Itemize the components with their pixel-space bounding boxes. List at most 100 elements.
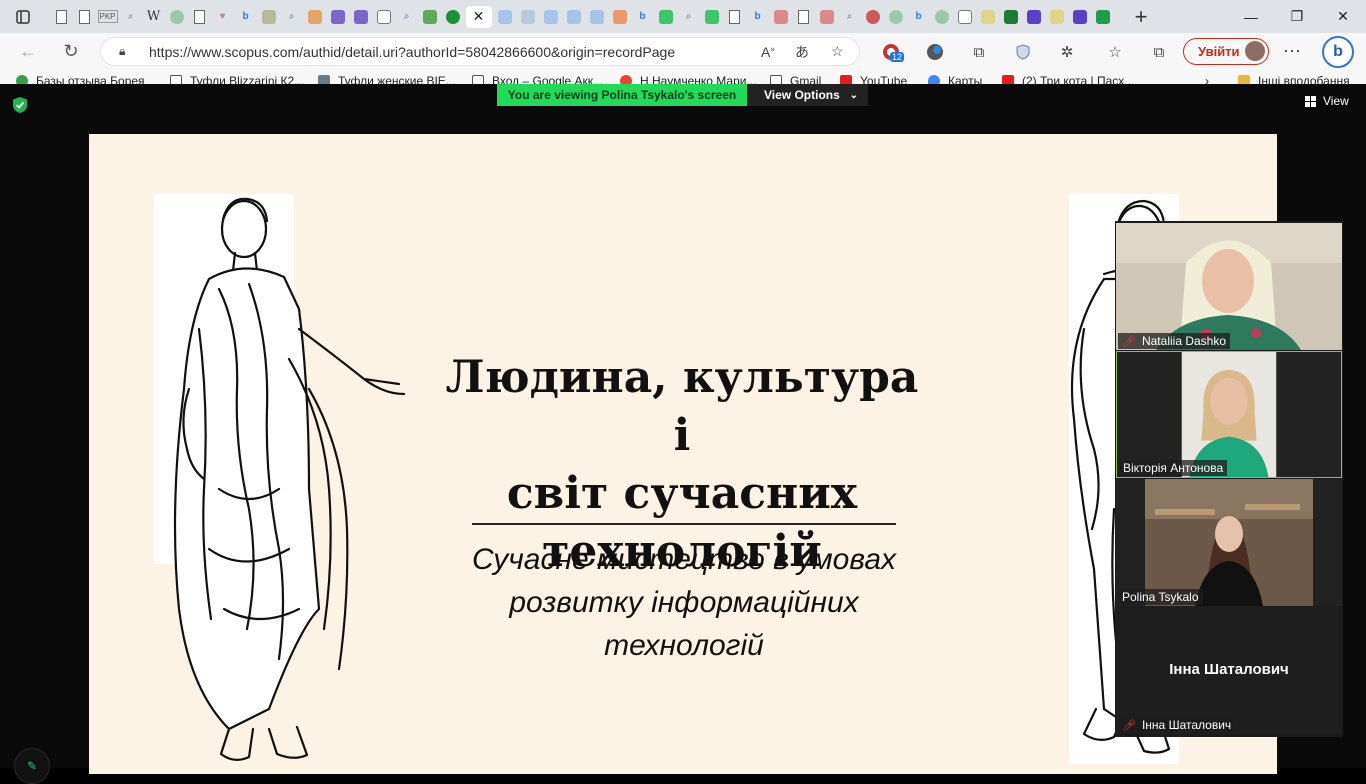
globe-icon — [16, 75, 28, 84]
tab-site-icon[interactable] — [817, 6, 837, 28]
tab-search-icon[interactable]: ⌕ — [397, 6, 417, 28]
view-button[interactable]: View — [1305, 94, 1349, 108]
bookmark-folder[interactable]: Інші вподобання — [1238, 74, 1350, 84]
tab-site-icon[interactable] — [420, 6, 440, 28]
view-options-button[interactable]: View Options ⌄ — [748, 84, 868, 106]
tab-site-icon[interactable] — [495, 6, 515, 28]
tab-site-icon[interactable] — [305, 6, 325, 28]
participant-name-tag: Вікторія Антонова — [1119, 460, 1228, 476]
tab-site-icon[interactable] — [443, 6, 463, 28]
extension-copy-icon[interactable]: ⧉ — [968, 41, 990, 63]
tab-search-icon[interactable]: ⌕ — [679, 6, 699, 28]
bookmark-item[interactable]: (2) Три кота | Пасх... — [1002, 74, 1134, 84]
tab-search-icon[interactable]: ⌕ — [121, 6, 141, 28]
slide-subtitle-line: технологій — [604, 629, 764, 662]
window-controls: — ❐ ✕ — [1228, 0, 1366, 33]
slide-title-line: світ сучасних — [506, 468, 858, 519]
add-favorite-icon[interactable]: ☆ — [831, 43, 844, 60]
tab-site-icon[interactable] — [955, 6, 975, 28]
tab-heart-icon[interactable]: ♥ — [213, 6, 233, 28]
tab-list-icon[interactable] — [328, 6, 348, 28]
bookmark-item[interactable]: Вход – Google Акк... — [472, 74, 603, 84]
shared-slide: Людина, культура і світ сучасних техноло… — [89, 134, 1277, 774]
page-icon — [170, 75, 182, 84]
tab-site-icon[interactable] — [587, 6, 607, 28]
tab-page-icon[interactable] — [794, 6, 814, 28]
bookmark-item[interactable]: Н Наумченко Мари... — [620, 74, 756, 84]
bookmark-item[interactable]: Базы отзыва Борея — [16, 74, 145, 84]
tab-bing-icon[interactable]: b — [909, 6, 929, 28]
tab-site-icon[interactable] — [610, 6, 630, 28]
sign-in-button[interactable]: Увійти — [1183, 38, 1269, 65]
tab-site-icon[interactable] — [1047, 6, 1067, 28]
bookmarks-bar: Базы отзыва Борея Туфли Blizzarini К2...… — [0, 70, 1366, 84]
tab-bing-icon[interactable]: b — [236, 6, 256, 28]
url-text[interactable]: https://www.scopus.com/authid/detail.uri… — [149, 44, 675, 60]
tab-search-icon[interactable]: ⌕ — [282, 6, 302, 28]
tab-search-icon[interactable]: ⌕ — [840, 6, 860, 28]
tab-site-icon[interactable] — [1001, 6, 1021, 28]
tab-page-icon[interactable] — [52, 6, 72, 28]
refresh-icon[interactable]: ↻ — [53, 36, 89, 66]
tab-site-icon[interactable] — [886, 6, 906, 28]
tab-site-icon[interactable] — [259, 6, 279, 28]
tab-page-icon[interactable] — [190, 6, 210, 28]
bookmark-item[interactable]: YouTube — [840, 74, 907, 84]
tab-site-icon[interactable] — [564, 6, 584, 28]
participant-name: Інна Шаталович — [1141, 718, 1232, 732]
bing-chat-icon[interactable]: b — [1322, 36, 1354, 68]
tab-wikipedia-icon[interactable]: W — [144, 6, 164, 28]
bookmark-item[interactable]: Туфли женские BIE... — [318, 74, 456, 84]
extension-shield-icon[interactable] — [1012, 41, 1034, 63]
participant-gallery: 🎤︎ Nataliia Dashko Вікторія Антонова Pol… — [1115, 221, 1343, 737]
minimize-icon[interactable]: — — [1228, 0, 1274, 33]
tab-bing-icon[interactable]: b — [633, 6, 653, 28]
back-arrow-icon[interactable]: ← — [10, 36, 46, 66]
tab-list-icon[interactable] — [351, 6, 371, 28]
tab-site-icon[interactable] — [863, 6, 883, 28]
tab-site-icon[interactable] — [771, 6, 791, 28]
collections-icon[interactable]: ⧉ — [1148, 41, 1170, 63]
tab-bing-icon[interactable]: b — [748, 6, 768, 28]
muted-mic-icon: 🎤︎ — [1122, 719, 1136, 732]
muted-mic-icon: 🎤︎ — [1122, 335, 1136, 348]
tab-site-icon[interactable] — [656, 6, 676, 28]
favorites-icon[interactable]: ☆ — [1104, 41, 1126, 63]
bookmark-item[interactable]: Туфли Blizzarini К2... — [170, 74, 304, 84]
bookmarks-chevron-icon[interactable]: › — [1205, 74, 1209, 84]
tab-list-icon[interactable] — [1070, 6, 1090, 28]
tab-sheets-icon[interactable] — [1093, 6, 1113, 28]
translate-icon[interactable]: あ — [795, 42, 809, 62]
bookmark-item[interactable]: Gmail — [770, 74, 821, 84]
tab-rkp-icon[interactable]: PKP — [97, 6, 118, 28]
tab-active-close-icon[interactable]: ✕ — [465, 5, 492, 28]
more-menu-icon[interactable]: ⋯ — [1281, 40, 1303, 62]
participant-tile[interactable]: 🎤︎ Nataliia Dashko — [1116, 223, 1342, 350]
tab-page-icon[interactable] — [725, 6, 745, 28]
security-shield-icon[interactable] — [12, 96, 28, 114]
url-field[interactable]: 🔒︎ https://www.scopus.com/authid/detail.… — [100, 37, 860, 66]
participant-tile[interactable]: Polina Tsykalo — [1116, 479, 1342, 606]
read-aloud-icon[interactable]: A» — [761, 44, 775, 60]
participant-tile[interactable]: Інна Шаталович 🎤︎ Інна Шаталович — [1116, 607, 1342, 734]
tab-list-icon[interactable] — [1024, 6, 1044, 28]
bookmark-item[interactable]: Карты — [928, 74, 982, 84]
tab-site-icon[interactable] — [518, 6, 538, 28]
tab-site-icon[interactable] — [932, 6, 952, 28]
extension-globe-icon[interactable] — [924, 41, 946, 63]
tab-site-icon[interactable] — [702, 6, 722, 28]
tab-site-icon[interactable] — [167, 6, 187, 28]
close-window-icon[interactable]: ✕ — [1320, 0, 1366, 33]
viewing-screen-banner: You are viewing Polina Tsykalo's screen — [497, 84, 747, 106]
lock-icon[interactable]: 🔒︎ — [119, 44, 133, 59]
annotate-pencil-icon[interactable]: ✎ — [14, 748, 50, 784]
extensions-puzzle-icon[interactable]: ✲ — [1056, 41, 1078, 63]
restore-icon[interactable]: ❐ — [1274, 0, 1320, 33]
tab-page-icon[interactable] — [75, 6, 95, 28]
tab-site-icon[interactable] — [978, 6, 998, 28]
tab-site-icon[interactable] — [541, 6, 561, 28]
tab-site-icon[interactable] — [374, 6, 394, 28]
new-tab-plus-icon[interactable]: + — [1128, 4, 1154, 30]
participant-tile[interactable]: Вікторія Антонова — [1116, 351, 1342, 478]
tab-actions-icon[interactable] — [10, 4, 36, 30]
